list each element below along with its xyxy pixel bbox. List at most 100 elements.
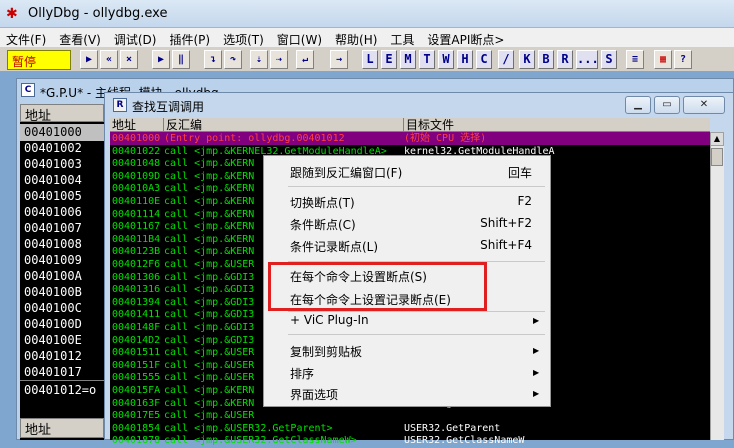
address-row[interactable]: 00401004 (24, 173, 82, 187)
call-row[interactable]: 00401000 (Entry point: ollydbg.00401012 (初… (112, 133, 486, 146)
column-address[interactable]: 地址 (110, 118, 164, 132)
menu-set-api-breakpoint[interactable]: 设置API断点> (421, 28, 511, 47)
threads-button[interactable]: T (419, 50, 435, 69)
minimize-button[interactable]: ▁ (625, 96, 651, 114)
row-destination: USER32.GetClassNameW (404, 435, 525, 447)
address-row[interactable]: 00401012 (24, 349, 82, 363)
list-header: 地址 反汇编 目标文件 (110, 118, 710, 132)
menu-options[interactable]: 选项(T) (217, 28, 271, 47)
maximize-button[interactable]: ▭ (654, 96, 680, 114)
execute-till-return-icon[interactable]: ↵ (296, 50, 314, 69)
column-disassembly[interactable]: 反汇编 (164, 118, 404, 132)
row-address: 0040109D (112, 170, 161, 182)
column-destination[interactable]: 目标文件 (404, 118, 710, 132)
address-row[interactable]: 00401006 (24, 205, 82, 219)
close-icon[interactable]: × (120, 50, 138, 69)
menu-window[interactable]: 窗口(W) (271, 28, 329, 47)
row-address: 004012F6 (112, 259, 161, 270)
menu-plugins[interactable]: 插件(P) (163, 28, 217, 47)
menu-follow-in-disassembler[interactable]: 跟随到反汇编窗口(F) (290, 164, 402, 181)
goto-icon[interactable]: → (330, 50, 348, 69)
address-row[interactable]: 0040100D (24, 317, 82, 331)
address-row[interactable]: 00401000 (24, 125, 82, 139)
address-row[interactable]: 00401002 (24, 141, 82, 155)
patches-button[interactable]: / (498, 50, 514, 69)
run-trace-button[interactable]: ... (576, 50, 599, 69)
menu-debug[interactable]: 调试(D) (108, 28, 164, 47)
call-row[interactable]: 00401878 call <jmp.&USER32.GetClassNameW>… (112, 435, 524, 448)
address-row[interactable]: 0040100A (24, 269, 82, 283)
step-into-icon[interactable]: ↴ (204, 50, 222, 69)
menu-toggle-breakpoint[interactable]: 切换断点(T) (290, 194, 355, 211)
row-destination: USER32.GetParent (404, 422, 501, 434)
open-icon[interactable]: ▶ (80, 50, 98, 69)
row-address: 004010A3 (112, 183, 161, 195)
appearance-icon[interactable]: ▦ (654, 50, 672, 69)
row-disassembly: call <jmp.&USER (164, 410, 255, 422)
call-row[interactable]: 004017E5 call <jmp.&USER (112, 410, 404, 423)
dump-address-header[interactable]: 地址 (20, 418, 104, 438)
menu-appearance[interactable]: 界面选项 (290, 386, 338, 403)
row-address: 004011B4 (112, 233, 161, 245)
row-address: 00401306 (112, 271, 161, 283)
vertical-scrollbar[interactable] (710, 132, 724, 440)
run-icon[interactable]: ▶ (152, 50, 170, 69)
help-icon[interactable]: ? (674, 50, 692, 69)
options-icon[interactable]: ≡ (626, 50, 644, 69)
address-row[interactable]: 00401009 (24, 253, 82, 267)
trace-over-icon[interactable]: ⇢ (270, 50, 288, 69)
address-row[interactable]: 00401008 (24, 237, 82, 251)
address-row[interactable]: 0040100C (24, 301, 82, 315)
menu-tools[interactable]: 工具 (384, 28, 421, 47)
address-row[interactable]: 00401007 (24, 221, 82, 235)
row-address: 0040151F (112, 359, 161, 371)
highlight-annotation-box (268, 262, 487, 311)
log-window-button[interactable]: L (362, 50, 378, 69)
shortcut-conditional: Shift+F2 (480, 216, 532, 230)
ollydbg-bug-icon: ✱ (6, 6, 18, 22)
address-row[interactable]: 00401005 (24, 189, 82, 203)
address-column-header[interactable]: 地址 (20, 104, 104, 124)
menu-bar: 文件(F) 查看(V) 调试(D) 插件(P) 选项(T) 窗口(W) 帮助(H… (0, 28, 734, 48)
menu-sort[interactable]: 排序 (290, 365, 314, 382)
row-address: 00401000 (112, 133, 161, 144)
source-button[interactable]: S (601, 50, 617, 69)
cpu-button[interactable]: C (476, 50, 492, 69)
address-row[interactable]: 0040100B (24, 285, 82, 299)
windows-button[interactable]: W (438, 50, 454, 69)
row-address: 004015FA (112, 385, 161, 396)
row-address: 00401555 (112, 372, 161, 384)
trace-into-icon[interactable]: ⇣ (250, 50, 268, 69)
call-row[interactable]: 00401854 call <jmp.&USER32.GetParent> USER… (112, 423, 500, 436)
close-button[interactable]: ✕ (683, 96, 725, 114)
address-row[interactable]: 00401003 (24, 157, 82, 171)
shortcut-toggle: F2 (517, 194, 532, 208)
address-row[interactable]: 00401017 (24, 365, 82, 379)
menu-conditional-log-breakpoint[interactable]: 条件记录断点(L) (290, 238, 378, 255)
row-address: 00401394 (112, 296, 161, 308)
row-disassembly: call <jmp.&USER32.GetClassNameW> (164, 435, 357, 447)
step-over-icon[interactable]: ↷ (224, 50, 242, 69)
modules-button[interactable]: E (381, 50, 397, 69)
menu-conditional-breakpoint[interactable]: 条件断点(C) (290, 216, 356, 233)
scroll-up-arrow-icon[interactable]: ▲ (710, 132, 724, 146)
dialog-title: 查找互调调用 (132, 100, 205, 114)
memory-button[interactable]: M (400, 50, 416, 69)
row-address: 00401511 (112, 347, 161, 359)
menu-copy-to-clipboard[interactable]: 复制到剪贴板 (290, 343, 362, 360)
menu-help[interactable]: 帮助(H) (329, 28, 384, 47)
references-button[interactable]: R (557, 50, 573, 69)
breakpoints-button[interactable]: B (538, 50, 554, 69)
row-address: 00401114 (112, 208, 161, 220)
address-row[interactable]: 0040100E (24, 333, 82, 347)
menu-file[interactable]: 文件(F) (0, 28, 53, 47)
handles-button[interactable]: H (457, 50, 473, 69)
row-address: 00401167 (112, 221, 161, 233)
pause-icon[interactable]: ‖ (172, 50, 190, 69)
menu-vic-plugin[interactable]: + ViC Plug-In (290, 313, 369, 327)
shortcut-follow: 回车 (507, 166, 532, 180)
rewind-icon[interactable]: « (100, 50, 118, 69)
scroll-thumb[interactable] (711, 148, 723, 166)
menu-view[interactable]: 查看(V) (53, 28, 108, 47)
call-stack-button[interactable]: K (519, 50, 535, 69)
